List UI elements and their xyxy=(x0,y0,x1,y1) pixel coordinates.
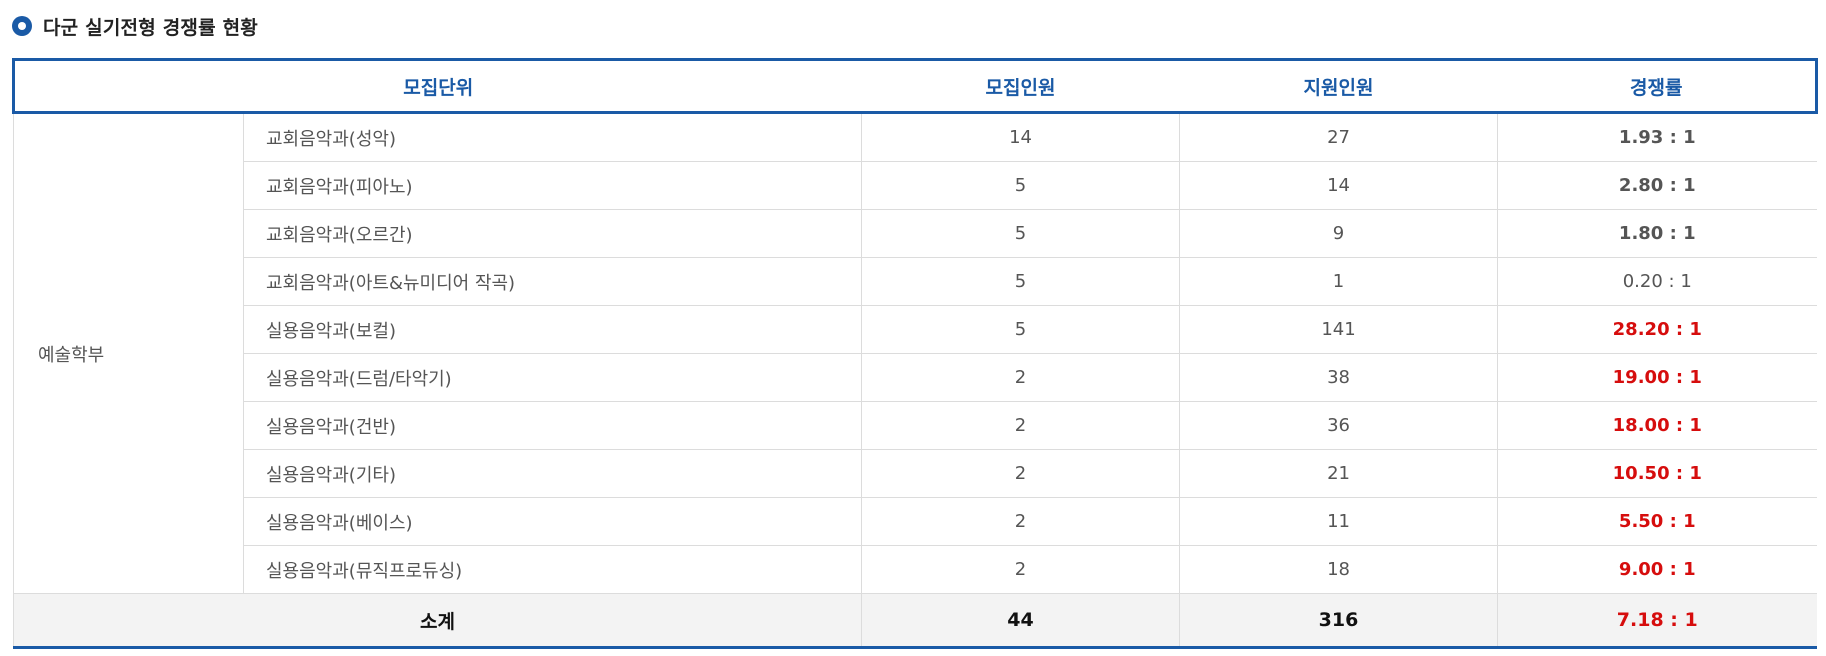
ratio-cell: 18.00 : 1 xyxy=(1497,401,1817,450)
table-row: 실용음악과(기타) 2 21 10.50 : 1 xyxy=(14,449,1817,498)
applicants-cell: 1 xyxy=(1179,257,1498,306)
table-row: 교회음악과(피아노) 5 14 2.80 : 1 xyxy=(14,161,1817,210)
unit-cell: 교회음악과(피아노) xyxy=(242,161,862,210)
ratio-cell: 9.00 : 1 xyxy=(1497,545,1817,594)
quota-cell: 2 xyxy=(861,497,1180,546)
ratio-cell: 10.50 : 1 xyxy=(1497,449,1817,498)
table-row: 실용음악과(건반) 2 36 18.00 : 1 xyxy=(14,401,1817,450)
applicants-cell: 38 xyxy=(1179,353,1498,402)
quota-cell: 2 xyxy=(861,545,1180,594)
ratio-cell: 5.50 : 1 xyxy=(1497,497,1817,546)
unit-cell: 실용음악과(베이스) xyxy=(242,497,862,546)
applicants-cell: 9 xyxy=(1179,209,1498,258)
table-row: 교회음악과(아트&뉴미디어 작곡) 5 1 0.20 : 1 xyxy=(14,257,1817,306)
quota-cell: 2 xyxy=(861,449,1180,498)
table-row: 실용음악과(베이스) 2 11 5.50 : 1 xyxy=(14,497,1817,546)
table-row: 실용음악과(보컬) 5 141 28.20 : 1 xyxy=(14,305,1817,354)
unit-cell: 실용음악과(건반) xyxy=(242,401,862,450)
quota-cell: 2 xyxy=(861,353,1180,402)
unit-cell: 실용음악과(기타) xyxy=(242,449,862,498)
quota-cell: 5 xyxy=(861,161,1180,210)
quota-cell: 14 xyxy=(861,112,1180,162)
applicants-cell: 27 xyxy=(1179,112,1498,162)
quota-cell: 5 xyxy=(861,257,1180,306)
unit-cell: 교회음악과(오르간) xyxy=(242,209,862,258)
applicants-cell: 21 xyxy=(1179,449,1498,498)
competition-rate-table: 모집단위 모집인원 지원인원 경쟁률 예술학부 교회음악과(성악) 14 27 … xyxy=(11,58,1819,649)
table-header-row: 모집단위 모집인원 지원인원 경쟁률 xyxy=(11,58,1819,114)
table-row: 예술학부 교회음악과(성악) 14 27 1.93 : 1 xyxy=(13,112,1817,594)
applicants-cell: 11 xyxy=(1179,497,1498,546)
ratio-cell: 28.20 : 1 xyxy=(1497,305,1817,354)
quota-cell: 5 xyxy=(861,305,1180,354)
header-applicants: 지원인원 xyxy=(1179,58,1498,114)
applicants-cell: 18 xyxy=(1179,545,1498,594)
header-ratio: 경쟁률 xyxy=(1497,58,1819,114)
unit-cell: 실용음악과(드럼/타악기) xyxy=(242,353,862,402)
table-row: 실용음악과(드럼/타악기) 2 38 19.00 : 1 xyxy=(14,353,1817,402)
group-cell: 예술학부 xyxy=(13,112,244,594)
total-quota: 44 xyxy=(861,593,1180,649)
ratio-cell: 1.93 : 1 xyxy=(1497,112,1817,162)
ratio-cell: 19.00 : 1 xyxy=(1497,353,1817,402)
quota-cell: 2 xyxy=(861,401,1180,450)
unit-cell: 실용음악과(뮤직프로듀싱) xyxy=(242,545,862,594)
header-quota: 모집인원 xyxy=(861,58,1180,114)
ratio-cell: 0.20 : 1 xyxy=(1497,257,1817,306)
quota-cell: 5 xyxy=(861,209,1180,258)
applicants-cell: 141 xyxy=(1179,305,1498,354)
table-row: 교회음악과(오르간) 5 9 1.80 : 1 xyxy=(14,209,1817,258)
unit-cell: 실용음악과(보컬) xyxy=(242,305,862,354)
ratio-cell: 1.80 : 1 xyxy=(1497,209,1817,258)
unit-cell: 교회음악과(성악) xyxy=(242,112,862,162)
table-row: 실용음악과(뮤직프로듀싱) 2 18 9.00 : 1 xyxy=(14,545,1817,594)
total-applicants: 316 xyxy=(1179,593,1498,649)
total-row: 소계 44 316 7.18 : 1 xyxy=(12,593,1817,649)
radio-bullet-icon xyxy=(12,16,32,36)
total-ratio: 7.18 : 1 xyxy=(1497,593,1817,649)
header-unit: 모집단위 xyxy=(11,58,862,114)
section-title: 다군 실기전형 경쟁률 현황 xyxy=(43,16,258,39)
applicants-cell: 36 xyxy=(1179,401,1498,450)
section-header: 다군 실기전형 경쟁률 현황 xyxy=(12,11,258,41)
applicants-cell: 14 xyxy=(1179,161,1498,210)
unit-cell: 교회음악과(아트&뉴미디어 작곡) xyxy=(242,257,862,306)
ratio-cell: 2.80 : 1 xyxy=(1497,161,1817,210)
total-label: 소계 xyxy=(12,593,862,649)
